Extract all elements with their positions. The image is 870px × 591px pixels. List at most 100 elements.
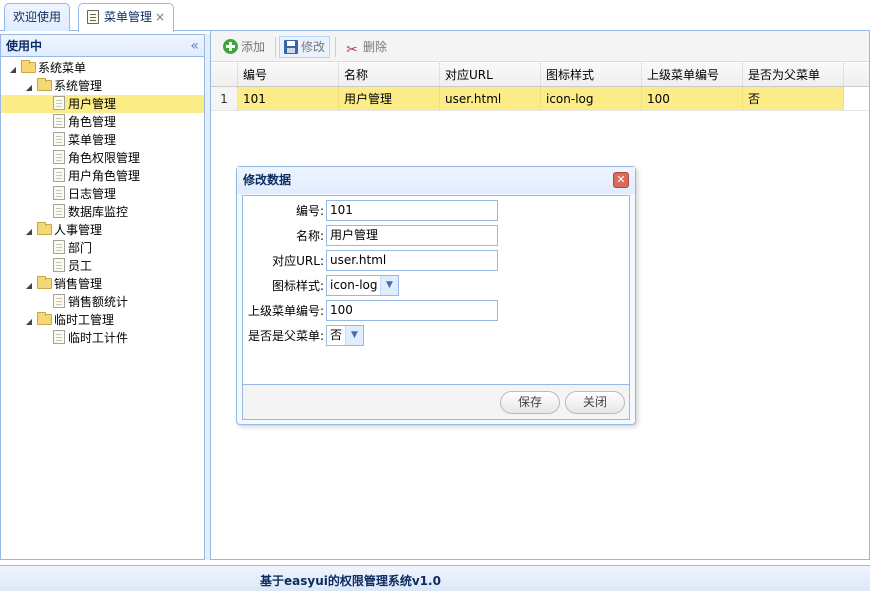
column-header[interactable]: 编号	[238, 63, 339, 86]
tree-node-label: 数据库监控	[68, 205, 129, 219]
grid-header-fill	[844, 63, 869, 86]
form-row-url: 对应URL: user.html	[243, 250, 631, 271]
tree-item[interactable]: 角色管理	[1, 113, 204, 131]
url-field[interactable]: user.html	[326, 250, 498, 271]
table-cell: 否	[743, 87, 844, 110]
file-icon	[53, 294, 65, 308]
edit-button[interactable]: 修改	[279, 36, 331, 58]
column-header[interactable]: 是否为父菜单	[743, 63, 844, 86]
is-parent-select[interactable]: 否 ▼	[326, 325, 364, 346]
table-cell: 100	[642, 87, 743, 110]
tree-folder-node[interactable]: ◢ 临时工管理	[1, 311, 204, 329]
folder-icon	[37, 222, 52, 235]
panel-header: 使用中 «	[1, 35, 204, 57]
footer-text: 基于easyui的权限管理系统v1.0	[260, 574, 441, 588]
id-label: 编号:	[295, 204, 324, 218]
table-cell: 用户管理	[339, 87, 440, 110]
folder-icon	[37, 312, 52, 325]
grid-header: 编号 名称 对应URL 图标样式 上级菜单编号 是否为父菜单	[211, 63, 869, 87]
name-label: 名称:	[295, 229, 324, 243]
tree-item[interactable]: 临时工计件	[1, 329, 204, 347]
toolbar: 添加 修改 ✂ 删除	[211, 31, 869, 62]
tree-item[interactable]: 角色权限管理	[1, 149, 204, 167]
tree-node-label: 销售管理	[54, 277, 103, 291]
add-button[interactable]: 添加	[218, 36, 270, 58]
tree-item[interactable]: 数据库监控	[1, 203, 204, 221]
close-icon[interactable]: ×	[155, 10, 165, 24]
tree-item[interactable]: 部门	[1, 239, 204, 257]
tree-folder-node[interactable]: ◢ 销售管理	[1, 275, 204, 293]
column-header[interactable]: 名称	[339, 63, 440, 86]
folder-icon	[37, 276, 52, 289]
file-icon	[53, 258, 65, 272]
save-button[interactable]: 保存	[500, 391, 560, 414]
folder-icon	[21, 60, 36, 73]
form-row-is-parent: 是否是父菜单: 否 ▼	[243, 325, 631, 346]
tree-node-label: 系统菜单	[38, 61, 87, 75]
icon-style-select[interactable]: icon-log ▼	[326, 275, 399, 296]
file-icon	[53, 204, 65, 218]
delete-button[interactable]: ✂ 删除	[339, 36, 392, 58]
tree-folder-node[interactable]: ◢ 系统管理	[1, 77, 204, 95]
dialog-title: 修改数据	[243, 173, 292, 187]
toolbar-separator	[275, 37, 277, 57]
toolbar-separator	[335, 37, 337, 57]
tree-item[interactable]: 员工	[1, 257, 204, 275]
tree-node-label: 用户管理	[68, 97, 117, 111]
parent-id-label: 上级菜单编号:	[247, 304, 324, 318]
tree-item[interactable]: 用户管理	[1, 95, 204, 113]
tree-node-label: 用户角色管理	[68, 169, 141, 183]
grid-row-fill	[844, 87, 869, 110]
tab-label: 欢迎使用	[13, 10, 62, 24]
tree-item[interactable]: 用户角色管理	[1, 167, 204, 185]
id-field[interactable]: 101	[326, 200, 498, 221]
dialog-form: 编号: 101 名称: 用户管理 对应URL: user.html 图标样式: …	[242, 195, 630, 385]
panel-title: 使用中	[6, 39, 43, 53]
save-icon	[284, 40, 299, 54]
file-icon	[53, 114, 65, 128]
icon-style-label: 图标样式:	[271, 279, 324, 293]
tab-menu-management[interactable]: 菜单管理 ×	[78, 3, 175, 32]
form-row-parent: 上级菜单编号: 100	[243, 300, 631, 321]
tree-node-label: 部门	[68, 241, 93, 255]
column-header[interactable]: 对应URL	[440, 63, 541, 86]
chevron-down-icon[interactable]: ▼	[380, 276, 398, 295]
tree-item[interactable]: 菜单管理	[1, 131, 204, 149]
table-cell: icon-log	[541, 87, 642, 110]
edit-dialog: 修改数据 ✕ 编号: 101 名称: 用户管理 对应URL: user.html…	[236, 166, 636, 425]
tree-node-label: 人事管理	[54, 223, 103, 237]
menu-tree: ◢ 系统菜单 ◢ 系统管理用户管理角色管理 菜单管理角色权限管理 用户角色管理 日志管理数据…	[1, 57, 204, 347]
tab-bar: 欢迎使用 菜单管理 ×	[0, 0, 870, 32]
tree-folder-node[interactable]: ◢ 人事管理	[1, 221, 204, 239]
row-number-header	[211, 63, 238, 86]
collapse-icon[interactable]: «	[190, 35, 198, 57]
file-icon	[53, 330, 65, 344]
tab-label: 菜单管理	[104, 10, 153, 24]
file-icon	[53, 186, 65, 200]
parent-id-field[interactable]: 100	[326, 300, 498, 321]
column-header[interactable]: 图标样式	[541, 63, 642, 86]
file-icon	[53, 96, 65, 110]
table-row[interactable]: 1 101 用户管理 user.html icon-log 100 否	[211, 87, 869, 111]
table-cell: 101	[238, 87, 339, 110]
tree-node-label: 临时工管理	[54, 313, 115, 327]
tree-node-label: 角色权限管理	[68, 151, 141, 165]
tree-node-label: 系统管理	[54, 79, 103, 93]
tree-folder-node[interactable]: ◢ 系统菜单	[1, 59, 204, 77]
column-header[interactable]: 上级菜单编号	[642, 63, 743, 86]
delete-button-label: 删除	[363, 40, 388, 54]
url-label: 对应URL:	[272, 254, 324, 268]
tree-node-label: 日志管理	[68, 187, 117, 201]
file-icon	[53, 150, 65, 164]
close-button[interactable]: 关闭	[565, 391, 625, 414]
form-row-id: 编号: 101	[243, 200, 631, 221]
scissors-icon: ✂	[346, 42, 358, 58]
tree-item[interactable]: 销售额统计	[1, 293, 204, 311]
chevron-down-icon[interactable]: ▼	[345, 326, 363, 345]
tab-welcome[interactable]: 欢迎使用	[4, 3, 71, 31]
close-icon[interactable]: ✕	[613, 172, 629, 188]
footer: 基于easyui的权限管理系统v1.0	[0, 565, 870, 591]
name-field[interactable]: 用户管理	[326, 225, 498, 246]
add-icon	[223, 39, 238, 54]
tree-item[interactable]: 日志管理	[1, 185, 204, 203]
